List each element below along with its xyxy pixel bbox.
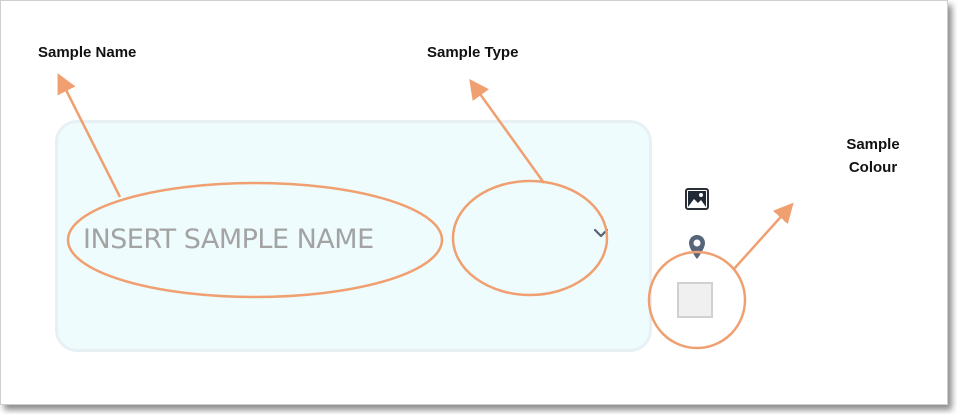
label-sample-name: Sample Name	[38, 44, 137, 61]
sample-colour-swatch[interactable]	[677, 282, 713, 318]
chevron-down-icon[interactable]	[592, 226, 610, 240]
label-sample-type: Sample Type	[427, 44, 519, 61]
sample-name-input[interactable]	[83, 219, 423, 259]
sample-type-select[interactable]	[456, 196, 638, 278]
label-sample-colour-line2: Colour	[848, 159, 898, 176]
image-icon[interactable]	[685, 188, 709, 210]
label-sample-colour-line1: Sample	[846, 136, 900, 153]
label-sample-colour: Sample Colour	[838, 136, 908, 176]
location-pin-icon[interactable]	[688, 234, 706, 260]
